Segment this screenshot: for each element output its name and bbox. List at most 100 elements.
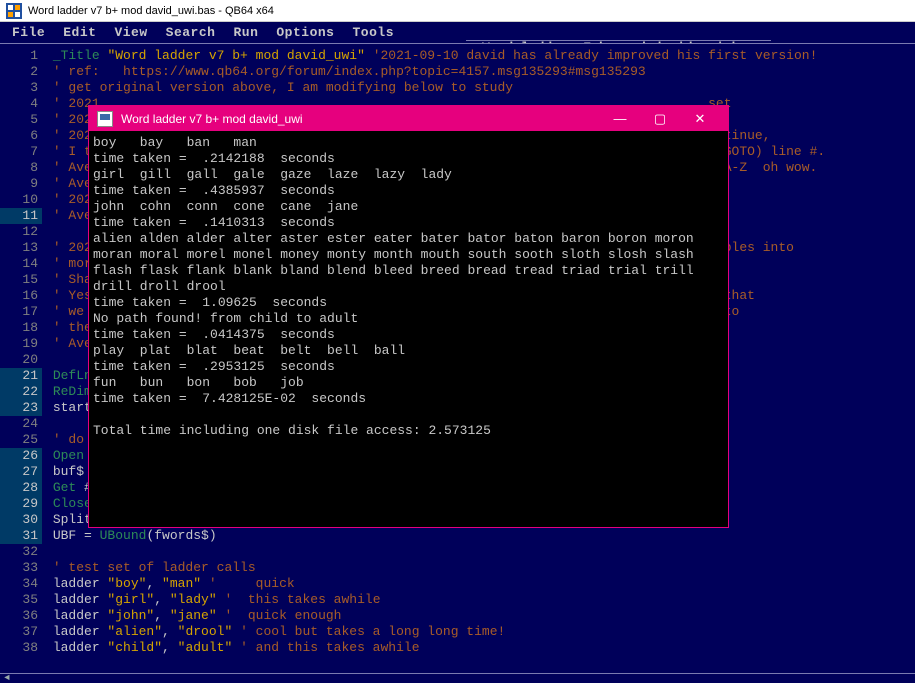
code-token: ladder — [53, 624, 108, 640]
menu-options[interactable]: Options — [276, 25, 334, 40]
line-number: 21 — [0, 368, 42, 384]
code-line[interactable]: 36 ladder "john", "jane" ' quick enough — [0, 608, 915, 624]
code-token: ' Sha — [53, 272, 92, 288]
code-line[interactable]: 2 ' ref: https://www.qb64.org/forum/inde… — [0, 64, 915, 80]
line-number: 22 — [0, 384, 42, 400]
code-token — [217, 608, 225, 624]
code-token: ' cool but takes a long long time! — [240, 624, 505, 640]
code-token: ladder — [53, 640, 108, 656]
code-token: ' and this takes awhile — [240, 640, 419, 656]
line-number: 25 — [0, 432, 42, 448]
line-number: 29 — [0, 496, 42, 512]
line-number: 3 — [0, 80, 42, 96]
code-token — [217, 592, 225, 608]
line-number: 6 — [0, 128, 42, 144]
code-line[interactable]: 1 _Title "Word ladder v7 b+ mod david_uw… — [0, 48, 915, 64]
code-token: , — [154, 608, 170, 624]
line-number: 38 — [0, 640, 42, 656]
code-line[interactable]: 35 ladder "girl", "lady" ' this takes aw… — [0, 592, 915, 608]
menu-view[interactable]: View — [114, 25, 147, 40]
menu-file[interactable]: File — [12, 25, 45, 40]
code-line[interactable]: 34 ladder "boy", "man" ' quick — [0, 576, 915, 592]
code-token — [232, 640, 240, 656]
line-number: 18 — [0, 320, 42, 336]
line-number: 10 — [0, 192, 42, 208]
code-line[interactable]: 37 ladder "alien", "drool" ' cool but ta… — [0, 624, 915, 640]
menu-edit[interactable]: Edit — [63, 25, 96, 40]
line-number: 28 — [0, 480, 42, 496]
line-number: 35 — [0, 592, 42, 608]
code-token: , — [162, 640, 178, 656]
code-token: ' quick enough — [224, 608, 341, 624]
line-number: 30 — [0, 512, 42, 528]
code-token: ' the — [53, 320, 92, 336]
line-number: 2 — [0, 64, 42, 80]
line-number: 26 — [0, 448, 42, 464]
code-token: ladder — [53, 608, 108, 624]
code-token: ' Ave — [53, 176, 92, 192]
code-token: , — [146, 576, 162, 592]
code-token: ' test set of ladder calls — [53, 560, 256, 576]
code-line[interactable]: 32 — [0, 544, 915, 560]
code-token — [100, 48, 108, 64]
code-token: ' this takes awhile — [224, 592, 380, 608]
code-token: "drool" — [178, 624, 233, 640]
line-number: 4 — [0, 96, 42, 112]
code-token: Close — [53, 496, 92, 512]
code-token: ' Ave — [53, 336, 92, 352]
code-token: ' get original version above, I am modif… — [53, 80, 513, 96]
line-number: 32 — [0, 544, 42, 560]
code-token: "man" — [162, 576, 201, 592]
code-token: , — [162, 624, 178, 640]
line-number: 14 — [0, 256, 42, 272]
menu-run[interactable]: Run — [233, 25, 258, 40]
bottom-scrollbar[interactable]: ◄ — [0, 673, 915, 681]
line-number: 33 — [0, 560, 42, 576]
code-token: ladder — [53, 576, 108, 592]
maximize-button[interactable]: ▢ — [640, 106, 680, 131]
code-token: Get — [53, 480, 76, 496]
line-number: 13 — [0, 240, 42, 256]
console-title-text: Word ladder v7 b+ mod david_uwi — [121, 112, 303, 126]
code-line[interactable]: 38 ladder "child", "adult" ' and this ta… — [0, 640, 915, 656]
menu-bar: File Edit View Search Run Options Tools — [0, 22, 915, 43]
code-token — [365, 48, 373, 64]
scroll-left-icon[interactable]: ◄ — [0, 674, 14, 682]
line-number: 1 — [0, 48, 42, 64]
code-token: "boy" — [107, 576, 146, 592]
code-line[interactable]: 3 ' get original version above, I am mod… — [0, 80, 915, 96]
code-token: (fwords$) — [146, 528, 216, 544]
code-token: UBF = — [53, 528, 100, 544]
code-token: "alien" — [107, 624, 162, 640]
app-titlebar: Word ladder v7 b+ mod david_uwi.bas - QB… — [0, 0, 915, 22]
line-number: 24 — [0, 416, 42, 432]
line-number: 36 — [0, 608, 42, 624]
line-number: 16 — [0, 288, 42, 304]
minimize-button[interactable]: — — [600, 106, 640, 131]
line-number: 9 — [0, 176, 42, 192]
line-number: 31 — [0, 528, 42, 544]
code-line[interactable]: 33 ' test set of ladder calls — [0, 560, 915, 576]
code-token: ' Ave — [53, 208, 92, 224]
console-titlebar[interactable]: Word ladder v7 b+ mod david_uwi — ▢ ✕ — [89, 106, 728, 131]
code-token: ReDim — [53, 384, 92, 400]
code-token: "jane" — [170, 608, 217, 624]
window-title: Word ladder v7 b+ mod david_uwi.bas - QB… — [28, 5, 274, 17]
code-token — [232, 624, 240, 640]
console-output: boy bay ban man time taken = .2142188 se… — [89, 131, 728, 443]
line-number: 11 — [0, 208, 42, 224]
line-number: 23 — [0, 400, 42, 416]
console-icon — [97, 111, 113, 127]
code-token: '2021-09-10 david has already improved h… — [373, 48, 818, 64]
code-token: "girl" — [107, 592, 154, 608]
code-token: "lady" — [170, 592, 217, 608]
code-token: , — [154, 592, 170, 608]
close-button[interactable]: ✕ — [680, 106, 720, 131]
line-number: 5 — [0, 112, 42, 128]
app-icon — [6, 3, 22, 19]
code-line[interactable]: 31 UBF = UBound(fwords$) — [0, 528, 915, 544]
line-number: 7 — [0, 144, 42, 160]
menu-search[interactable]: Search — [166, 25, 216, 40]
menu-tools[interactable]: Tools — [352, 25, 394, 40]
console-window: Word ladder v7 b+ mod david_uwi — ▢ ✕ bo… — [88, 105, 729, 528]
